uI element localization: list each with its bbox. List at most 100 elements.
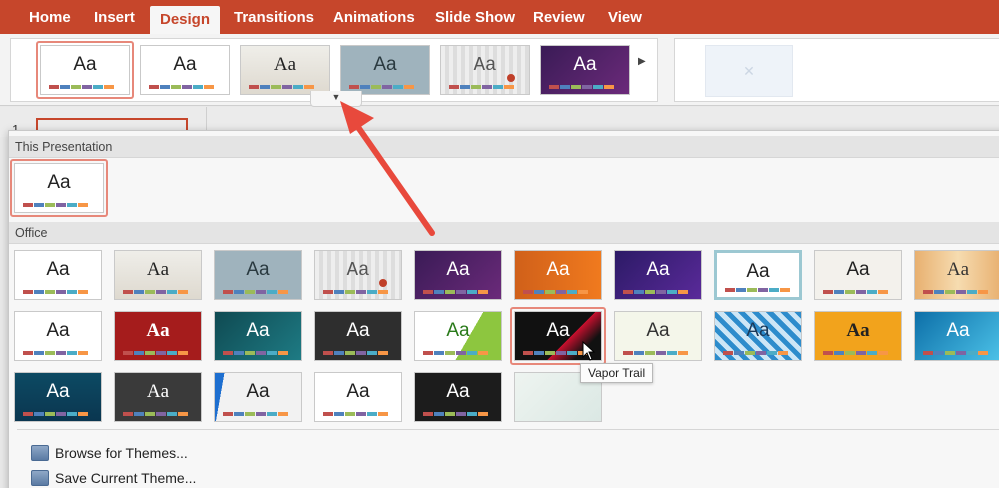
tab-animations[interactable]: Animations (333, 0, 415, 34)
color-swatches (923, 351, 988, 355)
color-swatches (423, 351, 488, 355)
color-swatches (725, 288, 790, 292)
ribbon-tab-bar: Home Insert Design Transitions Animation… (0, 0, 999, 34)
color-swatches (323, 412, 388, 416)
office-theme-thumbnail[interactable]: Aa (214, 250, 302, 300)
office-theme-thumbnail[interactable]: Aa (114, 311, 202, 361)
office-theme-thumbnail[interactable]: Aa (114, 250, 202, 300)
tab-view[interactable]: View (608, 0, 642, 34)
slide-thumbnail[interactable] (36, 118, 188, 130)
color-swatches (223, 290, 288, 294)
variants-gallery: ✕ (674, 38, 999, 102)
theme-sample-text: Aa (146, 320, 170, 341)
theme-sample-text: Aa (246, 381, 270, 402)
theme-sample-text: Aa (146, 381, 170, 402)
ribbon-theme-thumbnail[interactable]: Aa (240, 45, 330, 95)
office-theme-thumbnail[interactable]: Aa (214, 372, 302, 422)
office-theme-thumbnail[interactable]: Aa (914, 311, 999, 361)
theme-sample-text: Aa (446, 259, 470, 280)
color-swatches (423, 412, 488, 416)
theme-sample-text: Aa (946, 320, 970, 341)
office-theme-thumbnail[interactable]: Aa (14, 250, 102, 300)
color-swatches (823, 351, 888, 355)
office-theme-thumbnail[interactable]: Aa (314, 311, 402, 361)
tab-insert[interactable]: Insert (94, 0, 135, 34)
theme-sample-text: Aa (646, 259, 670, 280)
theme-sample-text: Aa (173, 54, 197, 75)
gallery-scroll-right-icon[interactable]: ▶ (638, 56, 646, 67)
color-swatches (423, 290, 488, 294)
gallery-expand-button[interactable]: ▼ (310, 91, 362, 107)
color-swatches (823, 290, 888, 294)
ribbon-theme-thumbnail[interactable]: Aa (440, 45, 530, 95)
theme-sample-text: Aa (446, 381, 470, 402)
color-swatches (623, 351, 688, 355)
selected-theme-outline (36, 41, 134, 99)
office-theme-thumbnail[interactable]: Aa (214, 311, 302, 361)
theme-sample-text: Aa (846, 259, 870, 280)
browse-for-themes-item[interactable]: Browse for Themes... (31, 443, 188, 463)
office-theme-thumbnail[interactable]: Aa (414, 372, 502, 422)
ribbon-theme-thumbnail[interactable]: Aa (140, 45, 230, 95)
office-theme-thumbnail[interactable]: Aa (114, 372, 202, 422)
tab-design[interactable]: Design (150, 6, 221, 34)
color-swatches (123, 351, 188, 355)
theme-sample-text: Aa (446, 320, 470, 341)
office-theme-thumbnail[interactable]: Aa (14, 372, 102, 422)
color-swatches (249, 85, 314, 89)
theme-tooltip: Vapor Trail (580, 363, 654, 383)
office-theme-thumbnail[interactable]: Aa (614, 250, 702, 300)
tab-review[interactable]: Review (533, 0, 585, 34)
save-current-theme-label: Save Current Theme... (55, 470, 197, 486)
color-swatches (223, 412, 288, 416)
office-theme-thumbnail[interactable]: Aa (714, 311, 802, 361)
office-theme-thumbnail[interactable]: Aa (914, 250, 999, 300)
color-swatches (149, 85, 214, 89)
color-swatches (923, 290, 988, 294)
theme-sample-text: Aa (346, 381, 370, 402)
theme-sample-text: Aa (346, 320, 370, 341)
tab-transitions[interactable]: Transitions (234, 0, 314, 34)
theme-sample-text: Aa (846, 320, 870, 341)
theme-sample-text: Aa (546, 259, 570, 280)
theme-sample-text: Aa (373, 54, 397, 75)
office-theme-thumbnail[interactable]: Aa (814, 311, 902, 361)
variant-thumbnail[interactable]: ✕ (705, 45, 793, 97)
folder-icon (31, 445, 49, 461)
tab-home[interactable]: Home (29, 0, 71, 34)
office-theme-thumbnail[interactable]: Aa (614, 311, 702, 361)
theme-sample-text: Aa (346, 259, 370, 281)
color-swatches (123, 412, 188, 416)
ribbon-theme-thumbnail[interactable]: Aa (540, 45, 630, 95)
ribbon-theme-thumbnail[interactable]: Aa (340, 45, 430, 95)
mouse-cursor-icon (582, 341, 596, 361)
theme-sample-text: Aa (46, 259, 70, 280)
office-theme-thumbnail[interactable]: Aa (714, 250, 802, 300)
color-swatches (323, 290, 388, 294)
menu-divider (17, 429, 999, 430)
color-swatches (223, 351, 288, 355)
office-theme-thumbnail[interactable]: Aa (314, 372, 402, 422)
office-theme-thumbnail[interactable]: Aa (314, 250, 402, 300)
theme-sample-text: Aa (946, 259, 970, 280)
office-theme-thumbnail[interactable]: Aa (414, 311, 502, 361)
office-theme-thumbnail[interactable]: Aa (514, 250, 602, 300)
color-swatches (23, 412, 88, 416)
color-swatches (523, 290, 588, 294)
office-theme-thumbnail[interactable]: Aa (414, 250, 502, 300)
save-current-theme-item[interactable]: Save Current Theme... (31, 468, 196, 488)
office-theme-thumbnail[interactable]: Aa (14, 311, 102, 361)
section-this-presentation: This Presentation (9, 136, 999, 158)
themes-dropdown: This Presentation Office Browse for Them… (8, 130, 999, 488)
color-swatches (623, 290, 688, 294)
color-swatches (23, 351, 88, 355)
theme-sample-text: Aa (46, 320, 70, 341)
theme-sample-text: Aa (473, 54, 497, 76)
browse-for-themes-label: Browse for Themes... (55, 445, 188, 461)
office-theme-thumbnail[interactable]: Aa (814, 250, 902, 300)
tab-slide-show[interactable]: Slide Show (435, 0, 515, 34)
selected-theme-outline (10, 159, 108, 217)
color-swatches (449, 85, 514, 89)
chevron-down-icon: ▼ (331, 92, 341, 102)
color-swatches (323, 351, 388, 355)
